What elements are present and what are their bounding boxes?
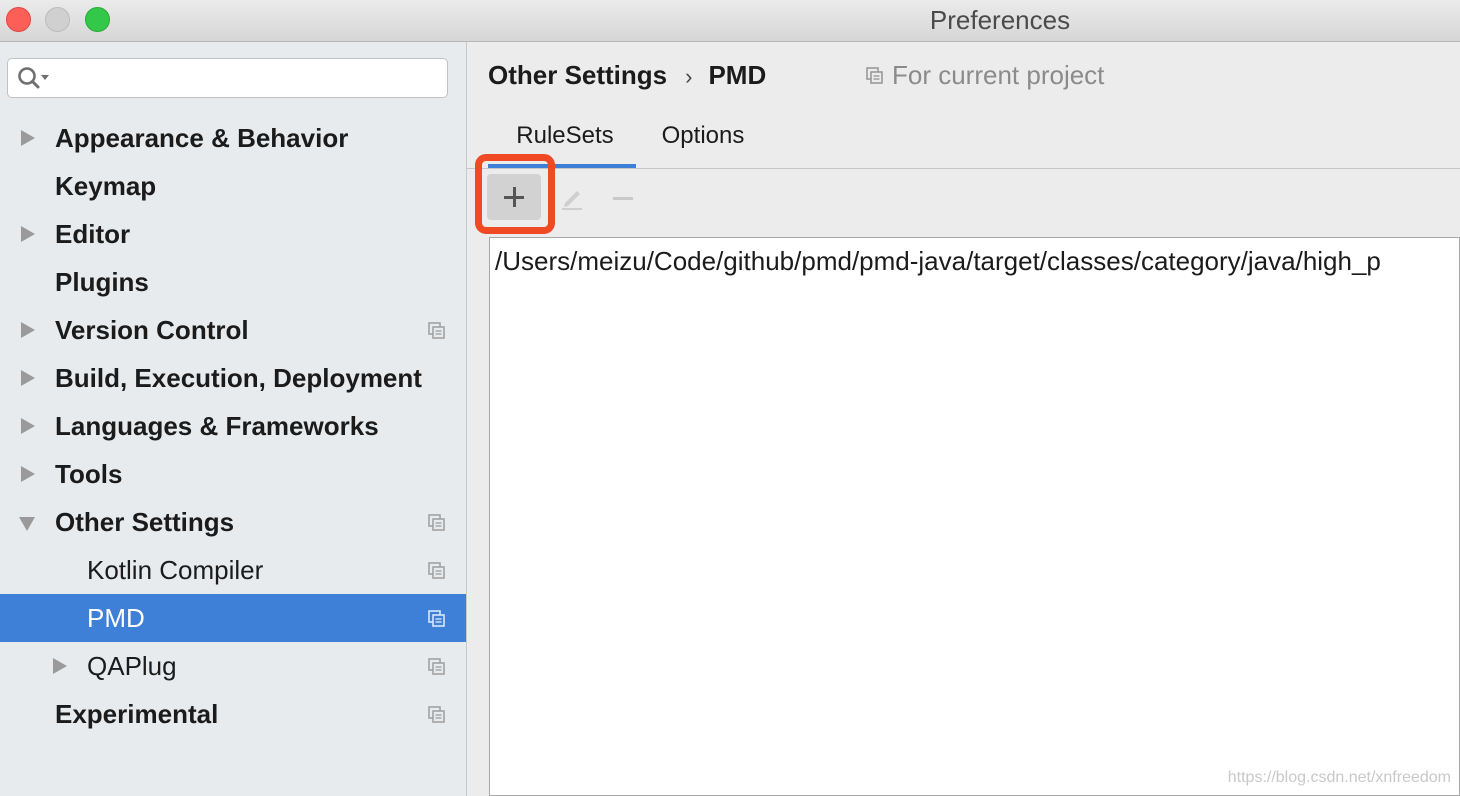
- sidebar-item-label: Plugins: [55, 267, 149, 297]
- sidebar-item-plugins[interactable]: Plugins: [0, 258, 466, 306]
- sidebar-item-other-settings[interactable]: Other Settings: [0, 498, 466, 546]
- breadcrumb: Other Settings › PMD: [488, 59, 766, 93]
- project-level-icon: [428, 562, 445, 579]
- project-scope-icon: [866, 67, 883, 84]
- settings-content: Other Settings › PMD For current project R…: [467, 42, 1460, 796]
- search-box[interactable]: [7, 58, 448, 98]
- tab-bar: RuleSets Options: [467, 112, 1460, 169]
- project-level-icon: [428, 706, 445, 723]
- sidebar-item-appearance-behavior[interactable]: Appearance & Behavior: [0, 114, 466, 162]
- sidebar-item-experimental[interactable]: Experimental: [0, 690, 466, 738]
- project-level-icon: [428, 322, 445, 339]
- project-level-icon: [428, 610, 445, 627]
- sidebar-item-kotlin-compiler[interactable]: Kotlin Compiler: [0, 546, 466, 594]
- expand-arrow-icon[interactable]: [21, 418, 35, 434]
- settings-sidebar: Appearance & Behavior Keymap Editor Plugins…: [0, 42, 467, 796]
- collapse-arrow-icon[interactable]: [19, 517, 35, 531]
- breadcrumb-separator: ›: [685, 64, 693, 89]
- watermark: https://blog.csdn.net/xnfreedom: [1227, 769, 1451, 786]
- search-input[interactable]: [56, 63, 440, 95]
- expand-arrow-icon[interactable]: [21, 130, 35, 146]
- annotation-highlight-box: [475, 154, 555, 234]
- sidebar-item-label: Appearance & Behavior: [55, 123, 349, 153]
- expand-arrow-icon[interactable]: [53, 658, 67, 674]
- sidebar-item-qaplug[interactable]: QAPlug: [0, 642, 466, 690]
- sidebar-item-version-control[interactable]: Version Control: [0, 306, 466, 354]
- sidebar-item-editor[interactable]: Editor: [0, 210, 466, 258]
- sidebar-item-label: PMD: [87, 603, 145, 633]
- sidebar-item-build-execution-deployment[interactable]: Build, Execution, Deployment: [0, 354, 466, 402]
- ruleset-row[interactable]: /Users/meizu/Code/github/pmd/pmd-java/ta…: [495, 244, 1381, 278]
- sidebar-item-keymap[interactable]: Keymap: [0, 162, 466, 210]
- breadcrumb-current: PMD: [708, 60, 767, 90]
- sidebar-item-label: Kotlin Compiler: [87, 555, 264, 585]
- sidebar-item-label: Version Control: [55, 315, 249, 345]
- sidebar-item-label: Tools: [55, 459, 123, 489]
- sidebar-item-label: Keymap: [55, 171, 157, 201]
- sidebar-item-label: Other Settings: [55, 507, 235, 537]
- project-level-icon: [428, 514, 445, 531]
- breadcrumb-parent[interactable]: Other Settings: [488, 60, 667, 90]
- sidebar-item-pmd[interactable]: PMD: [0, 594, 466, 642]
- rulesets-toolbar: [467, 154, 1460, 234]
- sidebar-item-languages-frameworks[interactable]: Languages & Frameworks: [0, 402, 466, 450]
- tab-options[interactable]: Options: [653, 112, 753, 168]
- sidebar-item-label: QAPlug: [87, 651, 177, 681]
- project-level-icon: [428, 658, 445, 675]
- rulesets-list[interactable]: /Users/meizu/Code/github/pmd/pmd-java/ta…: [489, 237, 1460, 796]
- search-icon[interactable]: [16, 64, 52, 92]
- pencil-icon[interactable]: [559, 184, 585, 210]
- settings-tree: Appearance & Behavior Keymap Editor Plugins…: [0, 114, 466, 738]
- sidebar-item-label: Languages & Frameworks: [55, 411, 379, 441]
- window-title: Preferences: [929, 5, 1071, 35]
- expand-arrow-icon[interactable]: [21, 370, 35, 386]
- sidebar-item-tools[interactable]: Tools: [0, 450, 466, 498]
- expand-arrow-icon[interactable]: [21, 226, 35, 242]
- project-scope-label: For current project: [892, 60, 1105, 90]
- sidebar-item-label: Experimental: [55, 699, 219, 729]
- expand-arrow-icon[interactable]: [21, 322, 35, 338]
- sidebar-item-label: Editor: [55, 219, 131, 249]
- minus-icon[interactable]: [613, 197, 633, 200]
- expand-arrow-icon[interactable]: [21, 466, 35, 482]
- title-bar: Preferences: [0, 0, 1460, 42]
- sidebar-item-label: Build, Execution, Deployment: [55, 363, 422, 393]
